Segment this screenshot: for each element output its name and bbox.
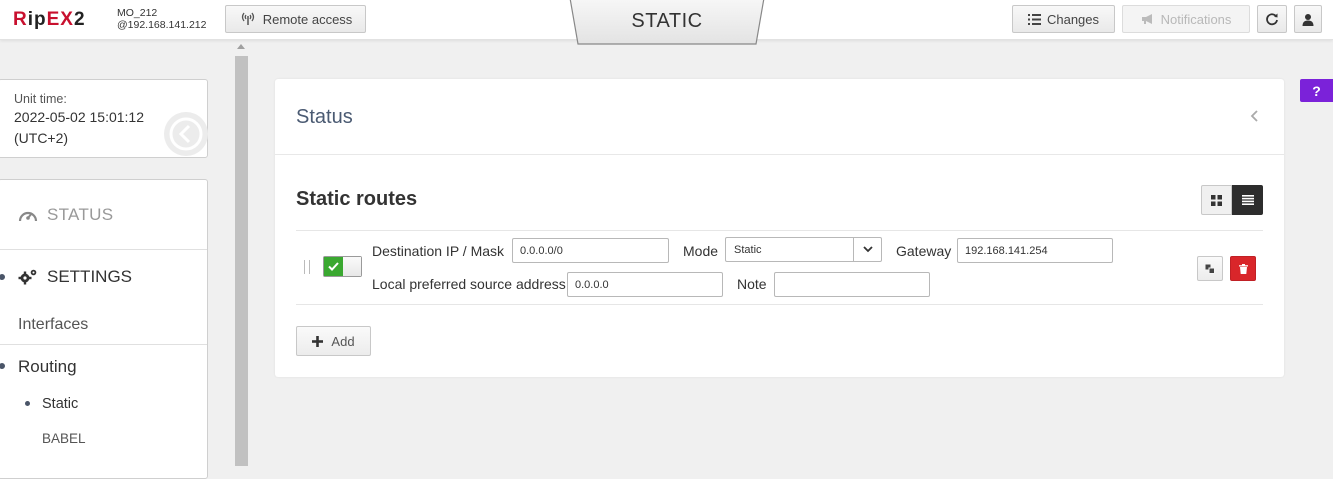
ripex-logo: RipEX2 [13, 9, 86, 30]
sidebar-divider [0, 344, 207, 345]
row-divider-bottom [296, 304, 1263, 305]
collapse-sidebar-button[interactable] [164, 112, 208, 156]
sidebar-item-settings-label: SETTINGS [47, 267, 133, 286]
source-address-input[interactable] [567, 272, 723, 297]
toggle-knob [343, 257, 361, 276]
mode-select[interactable]: Static [725, 237, 882, 262]
toggle-on-state [324, 257, 343, 276]
delete-route-button[interactable] [1230, 256, 1256, 281]
note-input[interactable] [774, 272, 930, 297]
card-title: Status [296, 106, 353, 128]
sidebar-item-routing[interactable]: Routing [18, 357, 77, 377]
sidebar-item-status[interactable]: STATUS [0, 180, 207, 250]
mode-label: Mode [683, 243, 719, 259]
mode-select-value: Static [734, 244, 762, 256]
trash-icon [1238, 263, 1248, 274]
notifications-label: Notifications [1160, 11, 1232, 27]
gears-icon [18, 269, 37, 285]
sidebar-scrollbar-thumb[interactable] [235, 56, 248, 466]
static-routes-card: Status Static routes Destination IP / Ma… [275, 79, 1284, 377]
chevron-down-icon [853, 238, 881, 261]
view-toggle [1201, 185, 1263, 215]
row-divider-top [296, 230, 1263, 231]
antenna-icon [241, 12, 254, 25]
check-icon [328, 262, 339, 271]
user-icon [1302, 13, 1314, 26]
chevron-left-icon[interactable] [1250, 110, 1259, 122]
sidebar-item-babel[interactable]: BABEL [42, 431, 86, 446]
list-icon [1027, 13, 1041, 25]
sidebar-item-settings[interactable]: SETTINGS [0, 250, 207, 304]
refresh-button[interactable] [1257, 5, 1287, 33]
grid-view-button[interactable] [1201, 185, 1232, 215]
card-divider [275, 154, 1284, 155]
gauge-icon [18, 211, 38, 221]
plus-icon [312, 335, 324, 347]
section-title: Static routes [296, 188, 418, 210]
gateway-label: Gateway [896, 243, 952, 259]
sidebar-item-interfaces[interactable]: Interfaces [18, 316, 88, 334]
unit-time-label: Unit time: [14, 92, 67, 106]
destination-label: Destination IP / Mask [372, 243, 505, 259]
route-enable-toggle[interactable] [323, 256, 362, 277]
page-tab: STATIC [568, 0, 766, 46]
add-route-button[interactable]: Add [296, 326, 371, 356]
sidebar-item-static[interactable]: Static [42, 396, 78, 412]
refresh-icon [1266, 13, 1278, 26]
duplicate-route-button[interactable] [1197, 256, 1223, 281]
list-view-button[interactable] [1232, 185, 1263, 215]
source-address-label: Local preferred source address [372, 276, 566, 292]
grid-icon [1211, 194, 1222, 206]
sidebar-item-status-label: STATUS [47, 204, 114, 224]
changes-button[interactable]: Changes [1012, 5, 1115, 33]
list-icon [1241, 195, 1254, 205]
remote-access-label: Remote access [262, 11, 353, 27]
remote-access-button[interactable]: Remote access [225, 5, 366, 33]
add-label: Add [331, 333, 355, 349]
gateway-input[interactable] [957, 238, 1113, 263]
page-tab-label: STATIC [631, 10, 703, 32]
unit-info: MO_212 @192.168.141.212 [117, 7, 207, 31]
user-button[interactable] [1294, 5, 1322, 33]
unit-address: @192.168.141.212 [117, 19, 207, 31]
sidebar-nav: STATUS SETTINGS Interfaces Routing Stati… [0, 179, 208, 479]
drag-handle-icon[interactable] [304, 260, 310, 274]
note-label: Note [737, 276, 767, 292]
duplicate-icon [1205, 264, 1215, 274]
notifications-button[interactable]: Notifications [1122, 5, 1250, 33]
static-bullet [25, 401, 30, 406]
scroll-up-arrow[interactable] [237, 44, 245, 49]
help-button[interactable]: ? [1300, 79, 1333, 102]
chevron-left-icon [169, 117, 203, 151]
destination-input[interactable] [512, 238, 669, 263]
megaphone-icon [1141, 14, 1152, 24]
unit-name: MO_212 [117, 7, 158, 19]
changes-label: Changes [1046, 11, 1100, 27]
